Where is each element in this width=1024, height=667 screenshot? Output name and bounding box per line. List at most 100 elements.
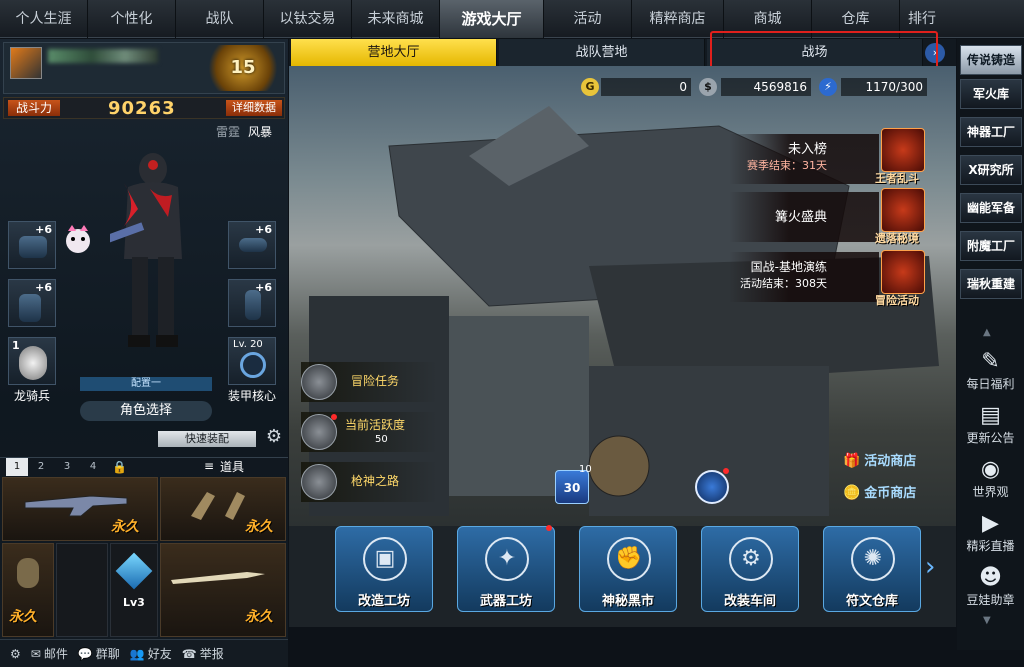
tab-battlefield[interactable]: 战场 [707, 39, 923, 66]
core-level: Lv. 20 [233, 339, 263, 350]
props-button[interactable]: 道具 [220, 458, 244, 476]
eagle-icon[interactable] [881, 250, 925, 294]
rank-level: 15 [230, 57, 256, 78]
core-icon [240, 352, 266, 378]
item-slot[interactable]: Lv3 [110, 543, 158, 637]
weekly-event-icon[interactable] [695, 470, 729, 504]
nav-mall[interactable]: 商城 [724, 0, 812, 38]
mount-name: 龙骑兵 [13, 389, 50, 403]
armor-core-slot[interactable]: Lv. 20 [228, 337, 276, 385]
equip-armor-slot[interactable]: +6 [8, 221, 56, 269]
grenade-slot[interactable]: 永久 [2, 543, 54, 637]
legend-forge-button[interactable]: 传说铸造 [960, 45, 1022, 75]
secondary-weapon-slot[interactable]: 永久 [160, 477, 286, 541]
x-institute-button[interactable]: X研究所 [960, 155, 1022, 185]
mission-activity[interactable]: 当前活跃度 50 [301, 412, 437, 452]
equip-boots-slot[interactable]: +6 [228, 279, 276, 327]
group-chat-button[interactable]: 💬 群聊 [78, 645, 120, 662]
mission-label: 当前活跃度 [345, 418, 406, 432]
nav-ranking[interactable]: 排行 [900, 0, 944, 38]
armor-upgrade-level: +6 [35, 223, 52, 236]
config-selector[interactable]: 配置一 [80, 377, 212, 391]
mission-gun-god[interactable]: 枪神之路 [301, 462, 437, 502]
enchant-factory-button[interactable]: 附魔工厂 [960, 231, 1022, 261]
modify-workshop-button[interactable]: ▣ 改造工坊 [335, 526, 433, 612]
activity-shop-link[interactable]: 🎁 活动商店 [843, 450, 916, 469]
event-national-war[interactable]: 国战-基地演练 活动结束：308天 [729, 252, 879, 302]
quick-equip-button[interactable]: 快速装配 [158, 431, 256, 447]
event-sub: 赛季结束：31天 [747, 159, 827, 172]
combat-power-row: 战斗力 90263 详细数据 [3, 97, 285, 119]
workshop-label: 改装车间 [723, 594, 776, 609]
melee-weapon-slot[interactable]: 永久 [160, 543, 286, 637]
detail-data-button[interactable]: 详细数据 [226, 100, 282, 116]
nav-future-mall[interactable]: 未来商城 [352, 0, 440, 38]
daily-benefit-button[interactable]: ✎ 每日福利 [957, 349, 1024, 392]
weapon-workshop-button[interactable]: ✦ 武器工坊 [457, 525, 555, 612]
equip-goggles-slot[interactable]: +6 [228, 221, 276, 269]
nav-game-lobby[interactable]: 游戏大厅 [440, 0, 544, 38]
black-market-button[interactable]: ✊ 神秘黑市 [579, 526, 677, 612]
mode-thunder-tab[interactable]: 雷霆 [216, 123, 240, 140]
rachel-rebuild-button[interactable]: 瑞秋重建 [960, 269, 1022, 299]
gear-icon[interactable]: ⚙ [264, 427, 284, 447]
nav-career[interactable]: 个人生涯 [0, 0, 88, 38]
avatar[interactable] [10, 47, 42, 79]
profile-header: 15 [3, 42, 286, 94]
scroll-right-icon[interactable]: › [925, 552, 935, 582]
phantom-armament-button[interactable]: 幽能军备 [960, 193, 1022, 223]
slot-tab-1[interactable]: 1 [6, 458, 28, 476]
lock-icon: 🔒 [112, 460, 127, 474]
mount-slot[interactable]: 1 [8, 337, 56, 385]
report-button[interactable]: ☎ 举报 [182, 645, 224, 662]
combat-power-label: 战斗力 [8, 100, 60, 116]
gold-shop-link[interactable]: 🪙 金币商店 [843, 482, 916, 501]
friends-button[interactable]: 👥 好友 [130, 645, 172, 662]
character-panel: 15 战斗力 90263 详细数据 雷霆 风暴 +6 +6 +6 +6 1 龙骑… [0, 39, 288, 667]
update-notice-button[interactable]: ▤ 更新公告 [957, 403, 1024, 446]
mail-button[interactable]: ✉ 邮件 [31, 645, 68, 662]
energy-value: 1170/300 [841, 78, 927, 96]
nav-activity[interactable]: 活动 [544, 0, 632, 38]
next-arrow-icon[interactable]: › [925, 43, 945, 63]
nav-warehouse[interactable]: 仓库 [812, 0, 900, 38]
scroll-down-icon[interactable]: ▼ [983, 615, 991, 626]
mission-adventure[interactable]: 冒险任务 [301, 362, 437, 402]
settings-icon[interactable]: ⚙ [10, 647, 21, 661]
rune-storage-button[interactable]: ✺ 符文仓库 [823, 526, 921, 612]
compass-icon[interactable] [881, 188, 925, 232]
tuning-garage-button[interactable]: ⚙ 改装车间 [701, 526, 799, 612]
tab-team-camp[interactable]: 战队营地 [499, 39, 705, 66]
nav-essence-shop[interactable]: 精粹商店 [632, 0, 724, 38]
slot-tab-2[interactable]: 2 [30, 458, 52, 476]
lobby-main: 营地大厅 战队营地 战场 › G 0 $ 4569816 ⚡ 1170/300 … [289, 31, 956, 627]
silver-coin-value: 4569816 [721, 78, 811, 96]
activity-shop-label: 活动商店 [864, 454, 917, 469]
nav-trade[interactable]: 以钛交易 [264, 0, 352, 38]
globe-icon: ◉ [980, 457, 1001, 482]
tab-camp-hall[interactable]: 营地大厅 [291, 39, 497, 66]
nav-personalize[interactable]: 个性化 [88, 0, 176, 38]
empty-slot[interactable] [56, 543, 108, 637]
event-king-brawl[interactable]: 未入榜 赛季结束：31天 [729, 134, 879, 184]
mode-storm-tab[interactable]: 风暴 [248, 123, 272, 140]
world-view-button[interactable]: ◉ 世界观 [957, 457, 1024, 500]
mascot-button[interactable]: ☻ 豆娃助章 [957, 565, 1024, 608]
group-chat-label: 群聊 [95, 647, 120, 661]
live-stream-button[interactable]: ▶ 精彩直播 [957, 511, 1024, 554]
role-select-button[interactable]: 角色选择 [80, 401, 212, 421]
artifact-factory-button[interactable]: 神器工厂 [960, 117, 1022, 147]
event-bonfire[interactable]: 篝火盛典 [729, 192, 879, 242]
chat-icon: 💬 [77, 646, 93, 661]
live-stream-label: 精彩直播 [966, 539, 1015, 553]
equip-glove-slot[interactable]: +6 [8, 279, 56, 327]
slot-tab-4[interactable]: 4 [82, 458, 104, 476]
scroll-up-icon[interactable]: ▲ [983, 327, 991, 338]
permanent-tag: 永久 [9, 609, 37, 625]
nav-team[interactable]: 战队 [176, 0, 264, 38]
arsenal-button[interactable]: 军火库 [960, 79, 1022, 109]
slot-tab-3[interactable]: 3 [56, 458, 78, 476]
crown-icon[interactable] [881, 128, 925, 172]
sign-in-calendar-icon[interactable]: 30 [555, 470, 589, 504]
primary-weapon-slot[interactable]: 永久 [2, 477, 158, 541]
